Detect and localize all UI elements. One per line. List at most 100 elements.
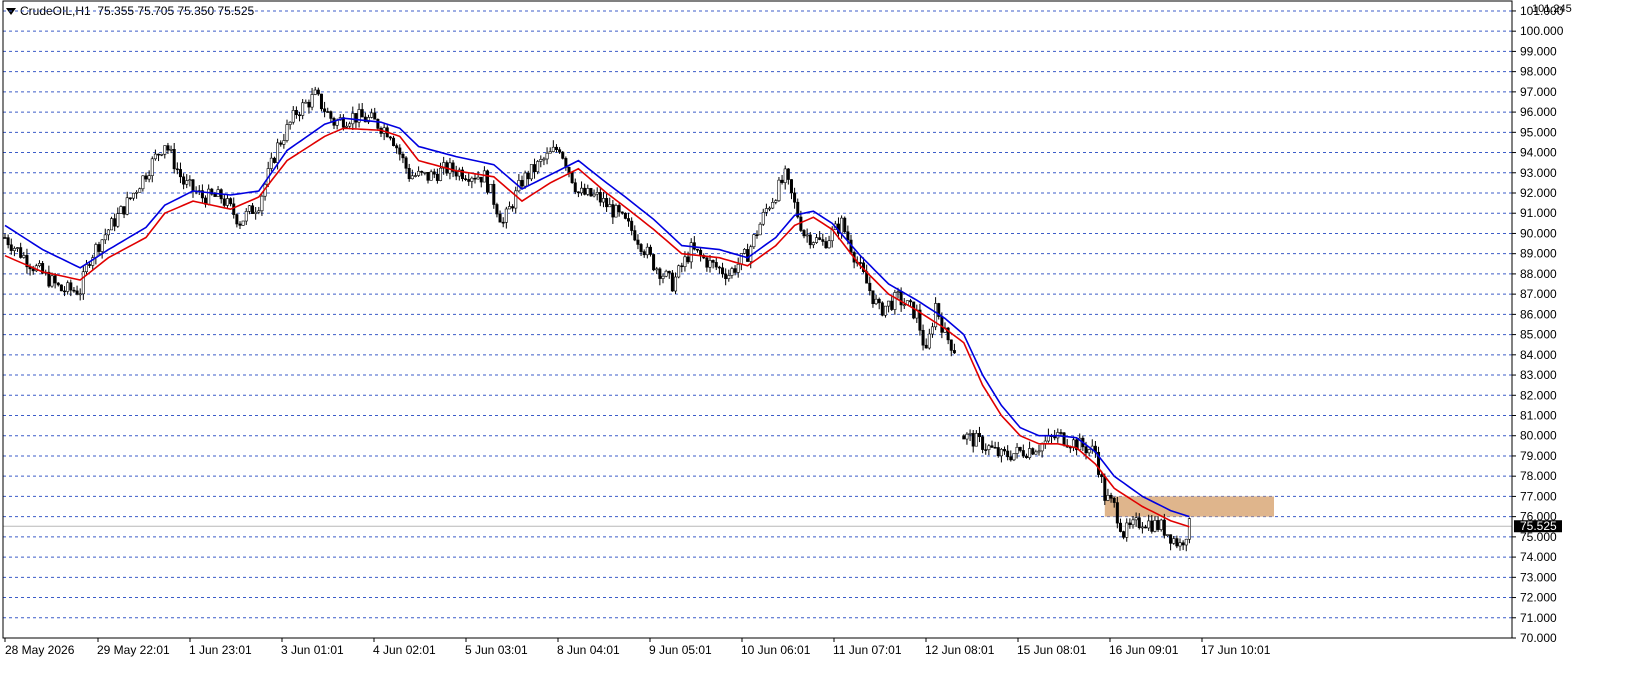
candle (435, 168, 439, 184)
candle-body (138, 188, 142, 193)
candle-body (141, 175, 145, 190)
candle (815, 234, 819, 244)
candle (451, 160, 455, 178)
candle (623, 212, 627, 220)
candle-body (207, 188, 211, 205)
candle-body (990, 445, 994, 448)
candle (677, 264, 681, 279)
candle (670, 270, 674, 292)
candle-body (301, 102, 305, 116)
candle-body (489, 183, 493, 193)
candle (1034, 449, 1038, 455)
candle (874, 294, 878, 306)
candle (507, 201, 511, 210)
candle (178, 162, 182, 184)
y-tick-label: 70.000 (1520, 631, 1557, 645)
candle-body (222, 198, 226, 206)
candle (486, 169, 490, 195)
candle (153, 149, 157, 161)
candle-body (373, 112, 377, 120)
candle (204, 195, 208, 208)
candle-body (288, 121, 292, 125)
candle-body (630, 220, 634, 231)
plot-border (2, 0, 1513, 639)
candle (511, 204, 515, 212)
candle-body (909, 300, 913, 303)
candle-body (1162, 519, 1166, 536)
candle-body (971, 433, 975, 447)
candle-body (185, 180, 189, 185)
candle (658, 267, 662, 286)
candle (357, 103, 361, 128)
candle (1178, 538, 1182, 551)
candle-body (912, 301, 916, 319)
candle (1153, 516, 1157, 533)
candle (661, 273, 665, 284)
candle-body (310, 94, 314, 108)
candle (981, 435, 985, 454)
candle (821, 233, 825, 246)
candle (984, 443, 988, 455)
candle (1169, 534, 1173, 551)
candle-body (404, 157, 408, 169)
candle-body (611, 204, 615, 218)
candle (1128, 518, 1132, 529)
candle (717, 265, 721, 274)
candle (1093, 441, 1097, 458)
candle-body (1159, 519, 1163, 530)
candle-body (1134, 517, 1138, 521)
candle-body (326, 111, 330, 113)
x-tick-label: 10 Jun 06:01 (741, 643, 811, 657)
candle-body (808, 234, 812, 246)
candle (410, 169, 414, 180)
candle (135, 190, 139, 199)
candle-body (780, 179, 784, 183)
candle (758, 222, 762, 236)
candle-body (661, 275, 665, 279)
candle-body (883, 305, 887, 316)
candle (968, 429, 972, 441)
candle-body (1109, 495, 1113, 499)
y-tick-label: 98.000 (1520, 65, 1557, 79)
candle (94, 242, 98, 265)
candle (780, 175, 784, 185)
candle-body (636, 239, 640, 245)
candle (470, 176, 474, 189)
candle-body (467, 179, 471, 182)
candle (570, 171, 574, 184)
candle (551, 140, 555, 153)
candle-body (131, 192, 135, 199)
candle-body (241, 220, 245, 226)
candle (611, 199, 615, 224)
candle-body (69, 282, 73, 291)
candle (75, 285, 79, 296)
candle-body (486, 170, 490, 193)
candle (1140, 522, 1144, 534)
candle-body (244, 211, 248, 222)
candle (100, 239, 104, 259)
candle-body (783, 168, 787, 183)
candle (924, 338, 928, 349)
candle-body (921, 329, 925, 346)
candle-body (1169, 534, 1173, 544)
candle-body (580, 187, 584, 194)
candle (652, 253, 656, 272)
candle (1181, 540, 1185, 551)
candle (1147, 514, 1151, 531)
candle-body (319, 93, 323, 110)
price-chart[interactable]: 101.000100.00099.00098.00097.00096.00095… (0, 0, 1641, 693)
candle (244, 208, 248, 225)
candle-body (742, 249, 746, 254)
candle-body (398, 147, 402, 155)
x-tick-label: 17 Jun 10:01 (1201, 643, 1271, 657)
candle-body (1034, 451, 1038, 455)
candle-body (1100, 474, 1104, 478)
candle (125, 191, 129, 216)
candle-body (652, 254, 656, 271)
candle (22, 251, 26, 259)
candle-body (902, 304, 906, 307)
candle-body (542, 158, 546, 161)
candle (222, 193, 226, 208)
candle (319, 93, 323, 112)
candle (1024, 453, 1028, 459)
